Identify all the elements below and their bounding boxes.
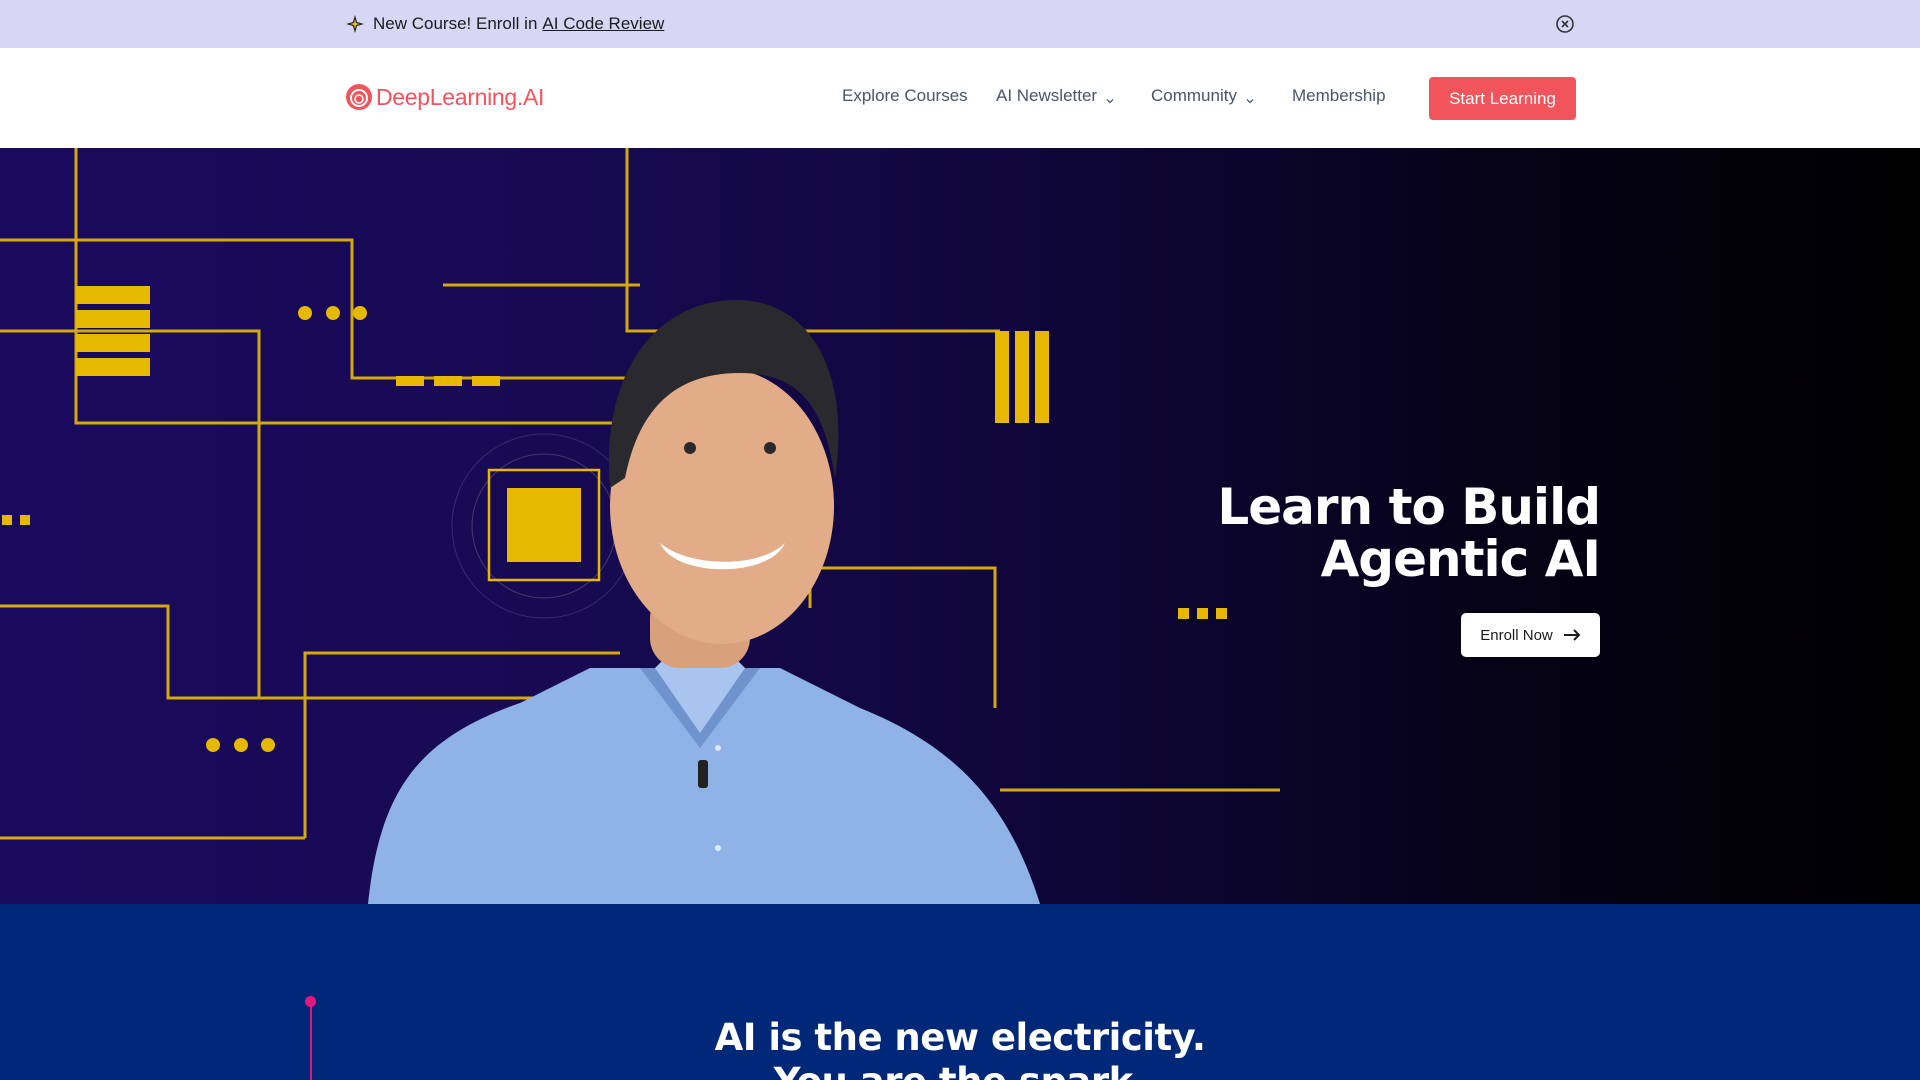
arrow-right-icon: [1563, 628, 1581, 642]
close-circle-icon[interactable]: [1555, 14, 1575, 34]
announcement-text: New Course! Enroll in: [373, 14, 538, 33]
logo-icon: [345, 83, 373, 111]
hero-title-line1: Learn to Build: [1217, 478, 1601, 536]
nav-explore-courses[interactable]: Explore Courses: [842, 86, 968, 106]
nav-explore-courses-label: Explore Courses: [842, 86, 968, 105]
nav-ai-newsletter-label: AI Newsletter: [996, 86, 1098, 105]
nav-membership-label: Membership: [1292, 86, 1386, 105]
logo[interactable]: DeepLearning.AI: [345, 82, 544, 112]
nav-membership[interactable]: Membership: [1292, 86, 1386, 106]
presenter-figure: [368, 299, 1040, 904]
mission-statement: AI is the new electricity. You are the s…: [0, 1016, 1920, 1080]
sparkle-icon: [345, 14, 365, 34]
chevron-down-icon: [1245, 91, 1255, 104]
enroll-now-label: Enroll Now: [1480, 626, 1553, 644]
logo-text: DeepLearning.AI: [376, 83, 545, 110]
circuit-illustration: [0, 148, 1280, 904]
nav-community-label: Community: [1151, 86, 1237, 105]
mission-line2: You are the spark.: [0, 1060, 1920, 1080]
mission-section: AI is the new electricity. You are the s…: [0, 904, 1920, 1080]
announcement-content: New Course! Enroll in AI Code Review: [345, 0, 664, 48]
announcement-bar: New Course! Enroll in AI Code Review: [0, 0, 1920, 48]
announcement-course-link[interactable]: AI Code Review: [542, 14, 664, 34]
site-header: DeepLearning.AI Explore Courses AI Newsl…: [0, 48, 1920, 148]
nav-community[interactable]: Community: [1151, 86, 1255, 106]
hero-title: Learn to Build Agentic AI: [1217, 478, 1601, 588]
hero-banner: Learn to Build Agentic AI Enroll Now: [0, 148, 1920, 904]
enroll-now-button[interactable]: Enroll Now: [1461, 613, 1600, 657]
accent-dot: [305, 996, 316, 1007]
chevron-down-icon: [1105, 91, 1115, 104]
hero-title-line2: Agentic AI: [1320, 530, 1601, 588]
start-learning-button[interactable]: Start Learning: [1429, 77, 1576, 120]
mission-line1: AI is the new electricity.: [714, 1016, 1206, 1059]
nav-ai-newsletter[interactable]: AI Newsletter: [996, 86, 1115, 106]
